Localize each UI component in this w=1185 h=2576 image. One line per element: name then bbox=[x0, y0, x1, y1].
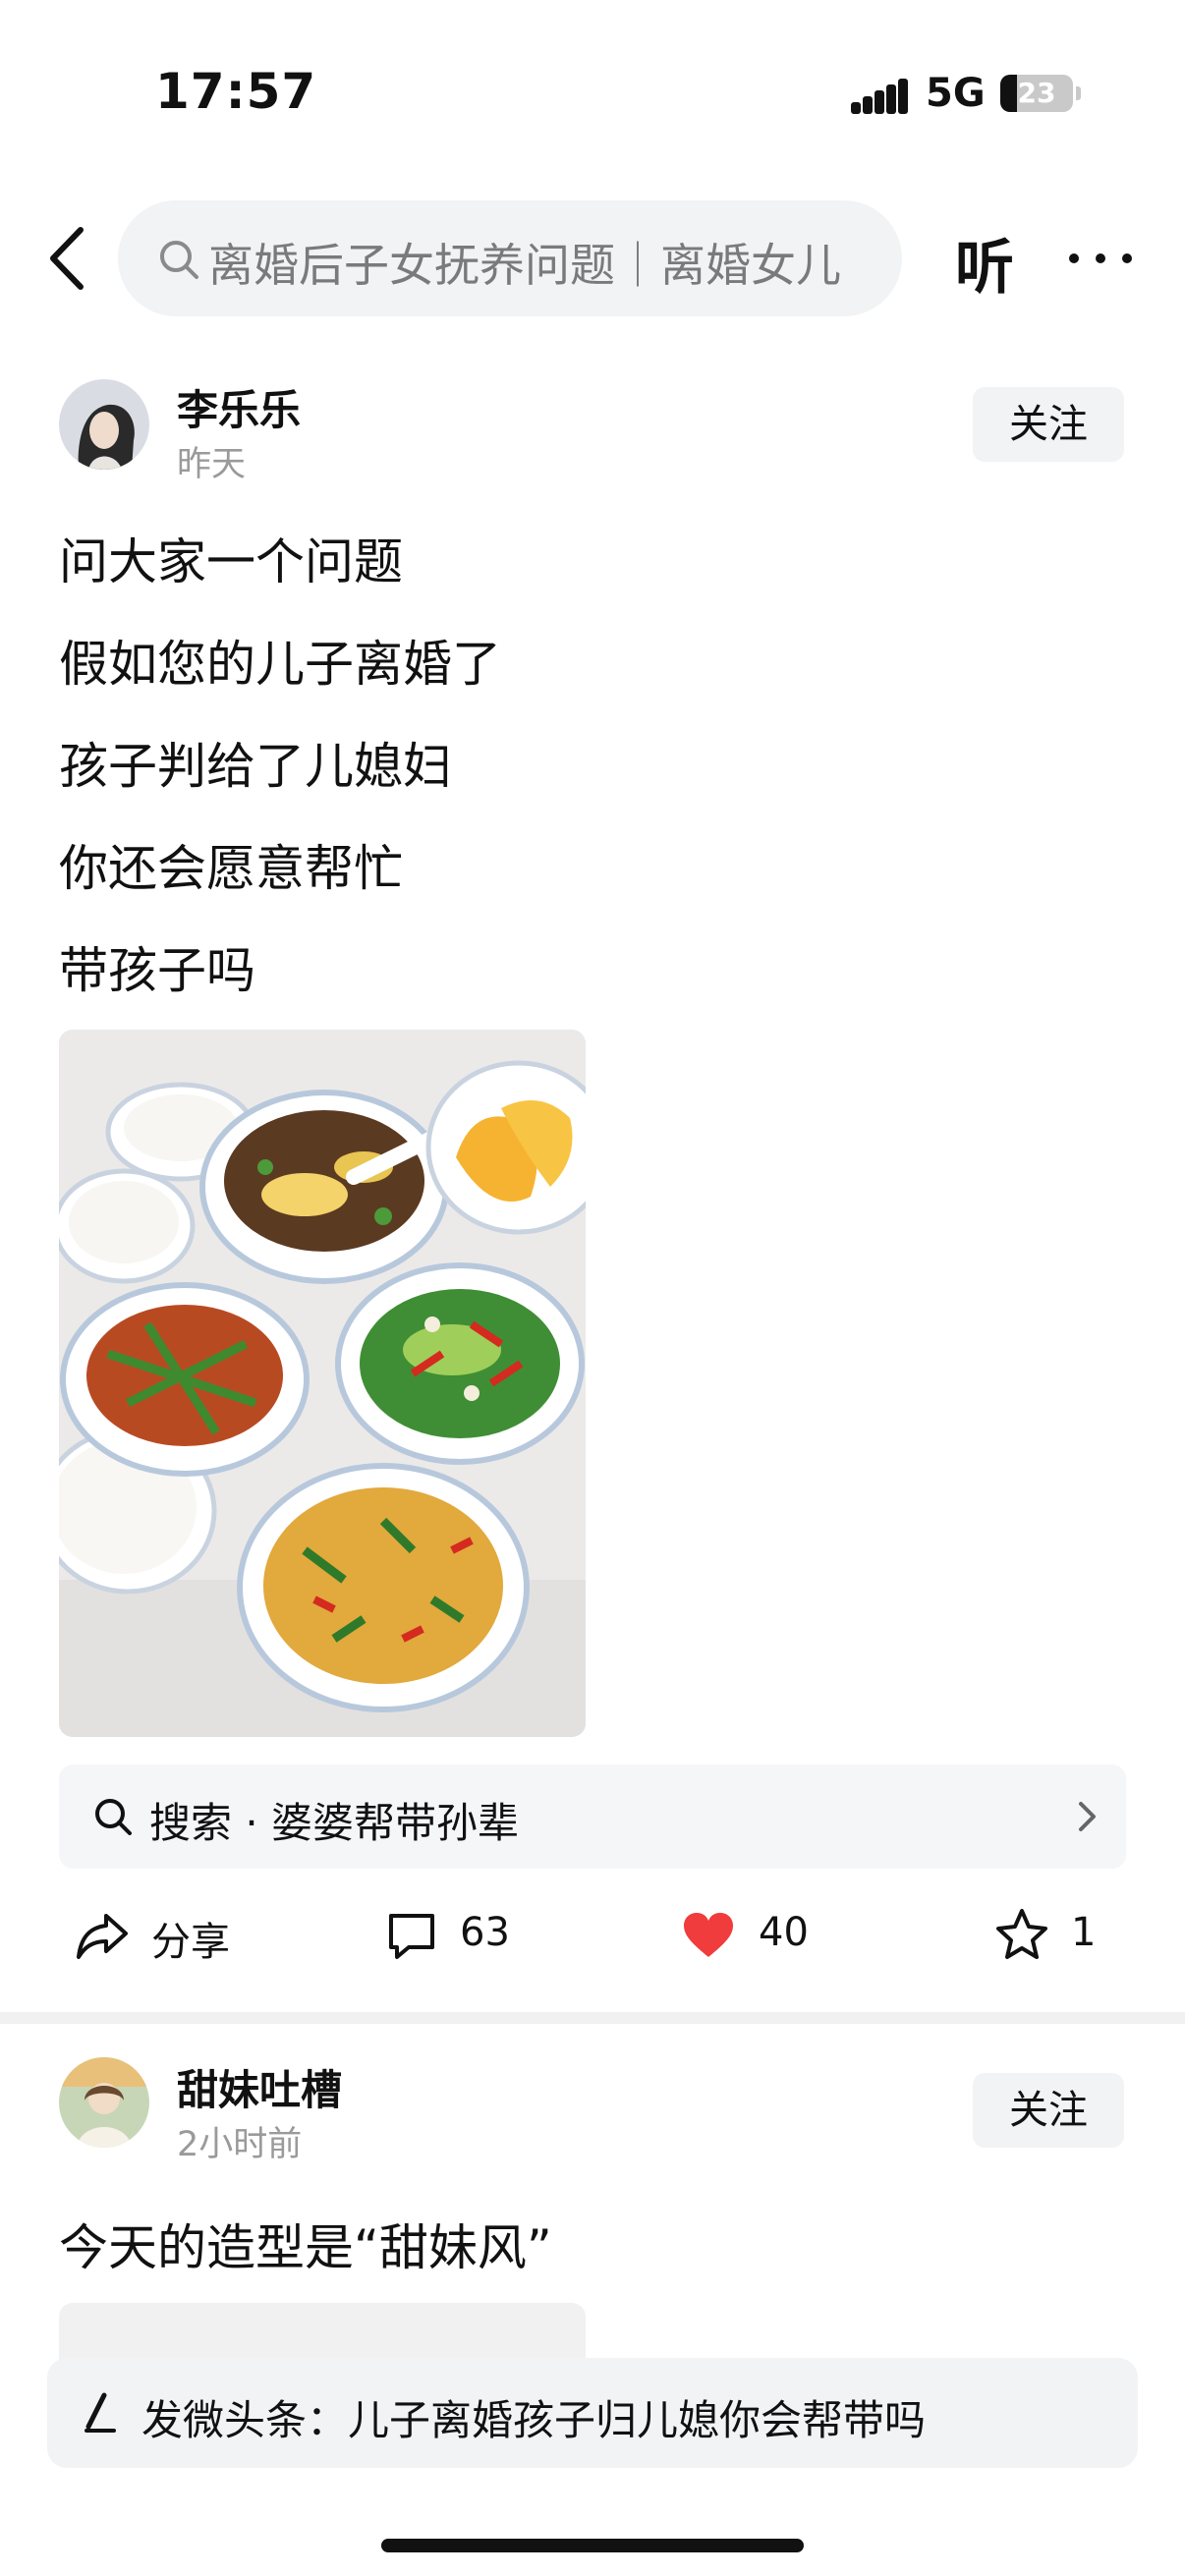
battery-level: 23 bbox=[1017, 77, 1056, 109]
heart-icon bbox=[684, 1913, 733, 1957]
status-time: 17:57 bbox=[155, 63, 317, 120]
search-query-text: 离婚后子女抚养问题｜离婚女儿 bbox=[208, 239, 841, 292]
favorite-count: 1 bbox=[1071, 1910, 1097, 1955]
related-search[interactable]: 搜索 · 婆婆帮带孙辈 bbox=[59, 1764, 1126, 1869]
author-avatar[interactable] bbox=[59, 379, 149, 470]
battery-icon: 23 bbox=[1000, 75, 1073, 112]
post-image[interactable] bbox=[59, 2303, 586, 2362]
post-time: 2小时前 bbox=[177, 2125, 303, 2164]
comment-count: 63 bbox=[460, 1910, 510, 1955]
section-divider bbox=[0, 2012, 1185, 2024]
search-icon bbox=[95, 1799, 132, 1835]
more-icon[interactable] bbox=[1069, 252, 1132, 265]
search-bar[interactable]: 离婚后子女抚养问题｜离婚女儿 bbox=[118, 200, 902, 316]
post-text-line: 假如您的儿子离婚了 bbox=[59, 636, 501, 693]
star-icon bbox=[996, 1909, 1047, 1959]
like-button[interactable]: 40 bbox=[682, 1906, 819, 1965]
compose-text: 发微头条：儿子离婚孩子归儿媳你会帮带吗 bbox=[141, 2396, 927, 2444]
author-name[interactable]: 甜妹吐槽 bbox=[177, 2057, 342, 2117]
back-arrow-icon[interactable] bbox=[45, 224, 90, 293]
post-text-line: 问大家一个问题 bbox=[59, 533, 403, 590]
post-text-line: 你还会愿意帮忙 bbox=[59, 840, 403, 897]
share-icon bbox=[77, 1914, 128, 1959]
author-avatar[interactable] bbox=[59, 2057, 149, 2148]
share-button[interactable]: 分享 bbox=[75, 1906, 242, 1965]
post-text-line: 带孩子吗 bbox=[59, 942, 255, 999]
pen-icon bbox=[85, 2392, 116, 2433]
post-text-line: 孩子判给了儿媳妇 bbox=[59, 738, 452, 795]
comment-button[interactable]: 63 bbox=[385, 1906, 523, 1965]
search-icon bbox=[160, 241, 198, 279]
follow-button[interactable]: 关注 bbox=[973, 2073, 1124, 2148]
home-indicator[interactable] bbox=[381, 2539, 804, 2552]
like-count: 40 bbox=[759, 1910, 809, 1955]
network-type: 5G bbox=[926, 71, 986, 116]
comment-icon bbox=[389, 1914, 434, 1959]
compose-bar[interactable]: 发微头条：儿子离婚孩子归儿媳你会帮带吗 bbox=[47, 2358, 1138, 2468]
share-label: 分享 bbox=[151, 1920, 230, 1965]
author-name[interactable]: 李乐乐 bbox=[177, 377, 301, 437]
favorite-button[interactable]: 1 bbox=[994, 1906, 1102, 1965]
battery-tip bbox=[1076, 86, 1081, 100]
signal-icon bbox=[851, 79, 908, 114]
listen-button[interactable]: 听 bbox=[955, 220, 1014, 306]
post-image[interactable] bbox=[59, 1030, 586, 1737]
related-search-text: 搜索 · 婆婆帮带孙辈 bbox=[149, 1799, 520, 1847]
post-time: 昨天 bbox=[177, 445, 247, 484]
chevron-right-icon bbox=[1079, 1802, 1096, 1831]
follow-button[interactable]: 关注 bbox=[973, 387, 1124, 462]
post-text: 今天的造型是“甜妹风” bbox=[59, 2219, 552, 2276]
